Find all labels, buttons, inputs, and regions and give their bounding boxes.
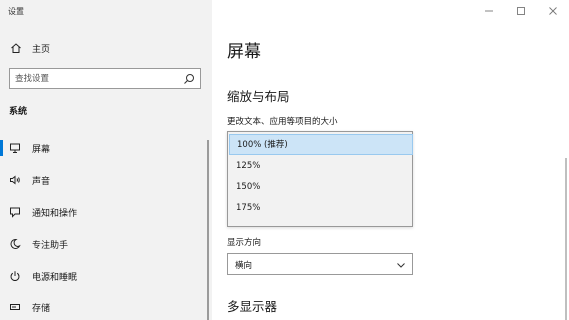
page-title: 屏幕 — [227, 42, 261, 62]
sidebar-item-label: 屏幕 — [32, 145, 51, 155]
sidebar-section-label: 系统 — [9, 107, 28, 117]
sidebar-scrollbar[interactable] — [207, 140, 209, 320]
search-input[interactable] — [10, 69, 180, 88]
sidebar-item-focus-assist[interactable]: 专注助手 — [0, 233, 212, 255]
scale-label: 更改文本、应用等项目的大小 — [227, 117, 338, 127]
sidebar-item-power-sleep[interactable]: 电源和睡眠 — [0, 265, 212, 287]
chevron-down-icon — [397, 263, 405, 268]
scale-option-125[interactable]: 125% — [229, 156, 413, 177]
scale-option-100[interactable]: 100% (推荐) — [229, 134, 413, 155]
sidebar-item-label: 存储 — [32, 304, 51, 314]
orientation-label: 显示方向 — [227, 238, 262, 248]
sidebar-item-label: 声音 — [32, 177, 51, 187]
multi-display-heading: 多显示器 — [227, 299, 278, 314]
scale-option-150[interactable]: 150% — [229, 177, 413, 198]
home-icon — [11, 43, 21, 53]
power-icon — [10, 271, 20, 281]
sidebar-item-home[interactable]: 主页 — [0, 38, 212, 58]
minimize-button[interactable] — [473, 0, 505, 22]
speaker-icon — [10, 175, 20, 185]
storage-icon — [10, 304, 20, 310]
scale-dropdown-list[interactable]: 100% (推荐) 125% 150% 175% — [227, 131, 413, 227]
sidebar-item-sound[interactable]: 声音 — [0, 169, 212, 191]
notification-icon — [10, 207, 20, 218]
window-title: 设置 — [8, 7, 24, 16]
minimize-icon — [485, 10, 493, 12]
sidebar: 设置 主页 系统 屏幕 声音 通知和操 — [0, 0, 212, 320]
search-icon[interactable] — [183, 73, 195, 85]
orientation-select[interactable]: 横向 — [227, 253, 413, 275]
maximize-icon — [517, 7, 525, 15]
search-field[interactable] — [9, 68, 201, 89]
main-scrollbar[interactable] — [565, 158, 567, 320]
monitor-icon — [10, 143, 20, 153]
sidebar-item-label: 主页 — [32, 45, 51, 55]
sidebar-item-label: 通知和操作 — [32, 209, 78, 219]
close-icon — [549, 7, 557, 15]
orientation-value: 横向 — [235, 261, 253, 271]
close-button[interactable] — [537, 0, 569, 22]
scale-layout-heading: 缩放与布局 — [227, 89, 290, 104]
moon-icon — [10, 238, 21, 249]
scale-option-175[interactable]: 175% — [229, 198, 413, 219]
sidebar-item-notifications[interactable]: 通知和操作 — [0, 201, 212, 223]
sidebar-item-label: 电源和睡眠 — [32, 273, 78, 283]
sidebar-item-label: 专注助手 — [32, 241, 69, 251]
maximize-button[interactable] — [505, 0, 537, 22]
active-indicator — [0, 140, 3, 156]
window-controls — [473, 0, 569, 22]
sidebar-item-storage[interactable]: 存储 — [0, 296, 212, 318]
sidebar-item-display[interactable]: 屏幕 — [0, 137, 212, 159]
